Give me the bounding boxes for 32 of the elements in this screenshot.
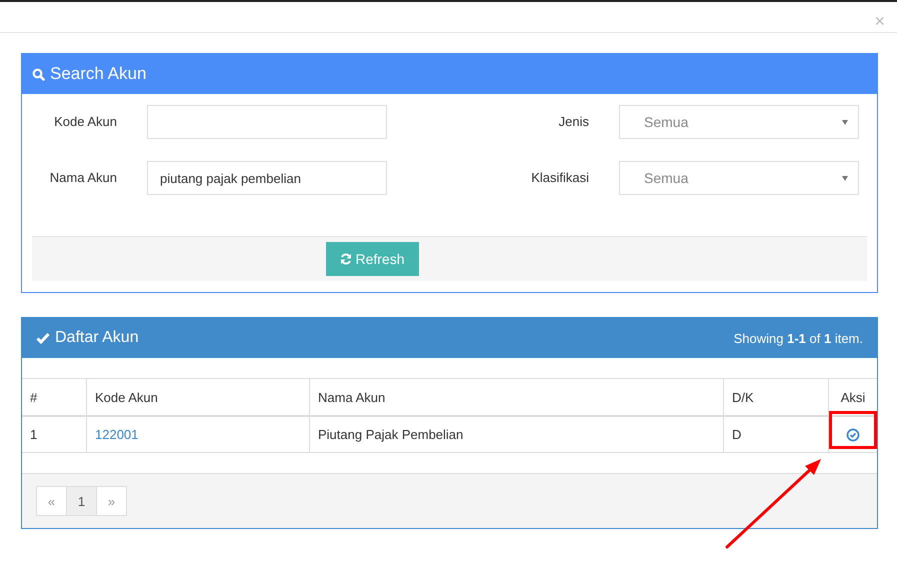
account-code-link[interactable]: 122001 xyxy=(95,427,138,442)
field-label: Nama Akun xyxy=(48,169,118,187)
check-icon xyxy=(36,332,50,344)
pagination-button[interactable]: « xyxy=(36,486,67,516)
column-header: # xyxy=(22,378,86,416)
input-field[interactable]: piutang pajak pembelian xyxy=(147,161,387,195)
panel-title: Search Akun xyxy=(50,64,146,84)
search-icon xyxy=(32,68,45,80)
pagination-button[interactable]: » xyxy=(96,486,127,516)
caret-icon xyxy=(842,120,848,124)
table-cell: 1 xyxy=(22,416,86,452)
panel-title: Daftar Akun xyxy=(55,329,139,347)
summary-text: Showing 1-1 of 1 item. xyxy=(734,330,863,346)
table-cell: D xyxy=(724,416,828,452)
field-label: Jenis xyxy=(558,113,590,131)
select-field[interactable]: Semua xyxy=(619,161,859,195)
column-header: Aksi xyxy=(828,378,877,416)
field-label: Klasifikasi xyxy=(530,169,590,187)
input-field[interactable] xyxy=(147,105,387,139)
caret-icon xyxy=(842,176,848,180)
close-button[interactable]: × xyxy=(874,10,885,32)
column-header: D/K xyxy=(724,378,828,416)
pagination-button[interactable]: 1 xyxy=(66,486,97,516)
table-cell: Piutang Pajak Pembelian xyxy=(310,416,724,452)
highlight-box xyxy=(829,411,877,449)
column-header: Kode Akun xyxy=(86,378,310,416)
column-header: Nama Akun xyxy=(310,378,724,416)
field-label: Kode Akun xyxy=(53,113,118,131)
refresh-button[interactable]: Refresh xyxy=(326,242,419,276)
refresh-icon xyxy=(340,253,352,265)
select-field[interactable]: Semua xyxy=(619,105,859,139)
select-check-icon[interactable] xyxy=(846,428,860,442)
